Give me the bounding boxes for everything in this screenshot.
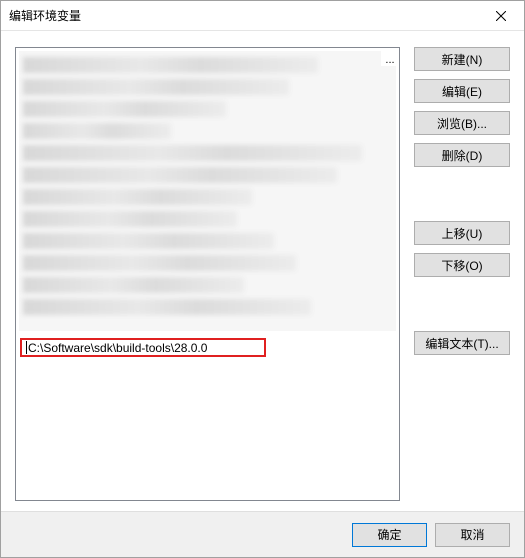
dialog-content: ... C:\Software\sdk\build-tools\28.0.0 新… [1, 31, 524, 511]
ok-button[interactable]: 确定 [352, 523, 427, 547]
titlebar: 编辑环境变量 [1, 1, 524, 31]
text-caret [26, 341, 27, 354]
edit-button[interactable]: 编辑(E) [414, 79, 510, 103]
environment-variable-edit-dialog: 编辑环境变量 ... [0, 0, 525, 558]
action-buttons: 新建(N) 编辑(E) 浏览(B)... 删除(D) 上移(U) 下移(O) 编… [414, 47, 510, 501]
move-down-button[interactable]: 下移(O) [414, 253, 510, 277]
path-value: C:\Software\sdk\build-tools\28.0.0 [28, 341, 207, 355]
editing-path-entry[interactable]: C:\Software\sdk\build-tools\28.0.0 [20, 338, 266, 357]
dialog-title: 编辑环境变量 [9, 7, 81, 24]
delete-button[interactable]: 删除(D) [414, 143, 510, 167]
move-up-button[interactable]: 上移(U) [414, 221, 510, 245]
obscured-entries [19, 51, 396, 331]
browse-ellipsis-button[interactable]: ... [381, 48, 399, 66]
close-button[interactable] [478, 1, 524, 31]
path-list[interactable]: ... C:\Software\sdk\build-tools\28.0.0 [15, 47, 400, 501]
cancel-button[interactable]: 取消 [435, 523, 510, 547]
browse-button[interactable]: 浏览(B)... [414, 111, 510, 135]
edit-text-button[interactable]: 编辑文本(T)... [414, 331, 510, 355]
new-button[interactable]: 新建(N) [414, 47, 510, 71]
dialog-footer: 确定 取消 [1, 511, 524, 557]
close-icon [496, 11, 506, 21]
